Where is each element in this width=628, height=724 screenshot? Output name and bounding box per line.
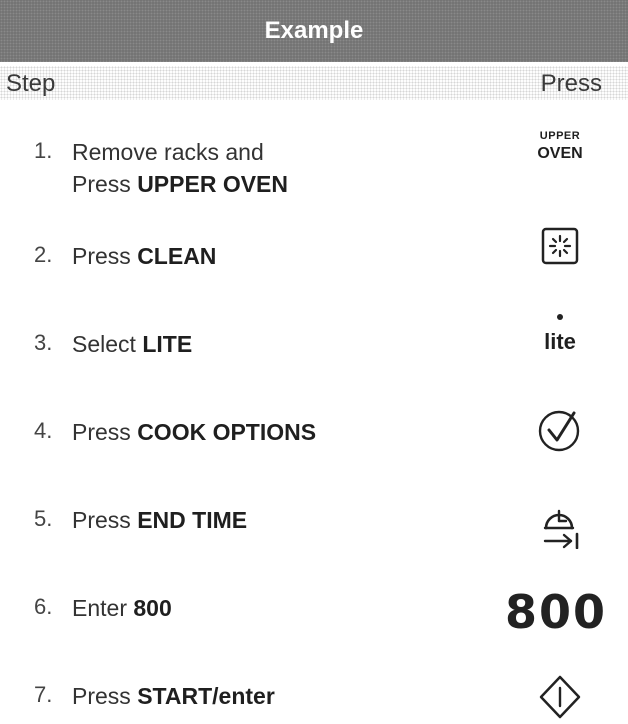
step-number: 2. [34, 242, 53, 267]
step-number: 7. [34, 682, 53, 707]
digits-800-label: 800 [504, 585, 608, 639]
step-text: Enter 800 [72, 592, 172, 624]
upper-oven-label-icon: UPPER OVEN [530, 127, 590, 163]
step-text: Press COOK OPTIONS [72, 416, 316, 448]
step-prefix: Select [72, 331, 143, 357]
step-bold: UPPER OVEN [137, 171, 289, 197]
step-prefix: Press [72, 419, 138, 445]
lite-indicator-dot [556, 314, 563, 320]
example-title-bar: Example [0, 0, 628, 62]
step-bold: CLEAN [137, 243, 217, 269]
step-bold: 800 [133, 595, 172, 621]
step-number: 5. [34, 506, 53, 531]
upper-oven-label-line1: UPPER [539, 130, 581, 142]
step-number: 3. [34, 330, 53, 355]
example-title: Example [264, 17, 364, 44]
end-time-icon [536, 500, 584, 550]
lite-label: lite [544, 329, 576, 354]
clean-icon [538, 224, 582, 268]
step-prefix: Enter [72, 595, 134, 621]
step-text: Press CLEAN [72, 240, 216, 272]
start-icon [538, 674, 582, 720]
upper-oven-label-line2: OVEN [537, 145, 583, 162]
step-prefix: Press [72, 243, 138, 269]
step-text: Press START/enter [72, 680, 275, 712]
lite-label-icon: lite [528, 314, 592, 354]
step-text: Remove racks and Press UPPER OVEN [72, 136, 288, 200]
step-prefix: Press [72, 507, 138, 533]
step-bold: COOK OPTIONS [137, 419, 317, 445]
step-text: Press END TIME [72, 504, 247, 536]
step-text: Select LITE [72, 328, 192, 360]
step-text-line1: Remove racks and [72, 139, 264, 165]
press-column-label: Press [540, 70, 602, 97]
check-circle-icon [536, 406, 584, 454]
step-text-line2: Press UPPER OVEN [72, 168, 288, 200]
step-number: 4. [34, 418, 53, 443]
step-bold: END TIME [137, 507, 248, 533]
step-number: 6. [34, 594, 53, 619]
step-prefix: Press [72, 171, 138, 197]
step-number: 1. [34, 138, 53, 163]
step-bold: LITE [142, 331, 193, 357]
step-bold: START/enter [137, 683, 275, 709]
column-header: Step Press [0, 66, 628, 100]
step-prefix: Press [72, 683, 138, 709]
step-column-label: Step [6, 70, 56, 97]
